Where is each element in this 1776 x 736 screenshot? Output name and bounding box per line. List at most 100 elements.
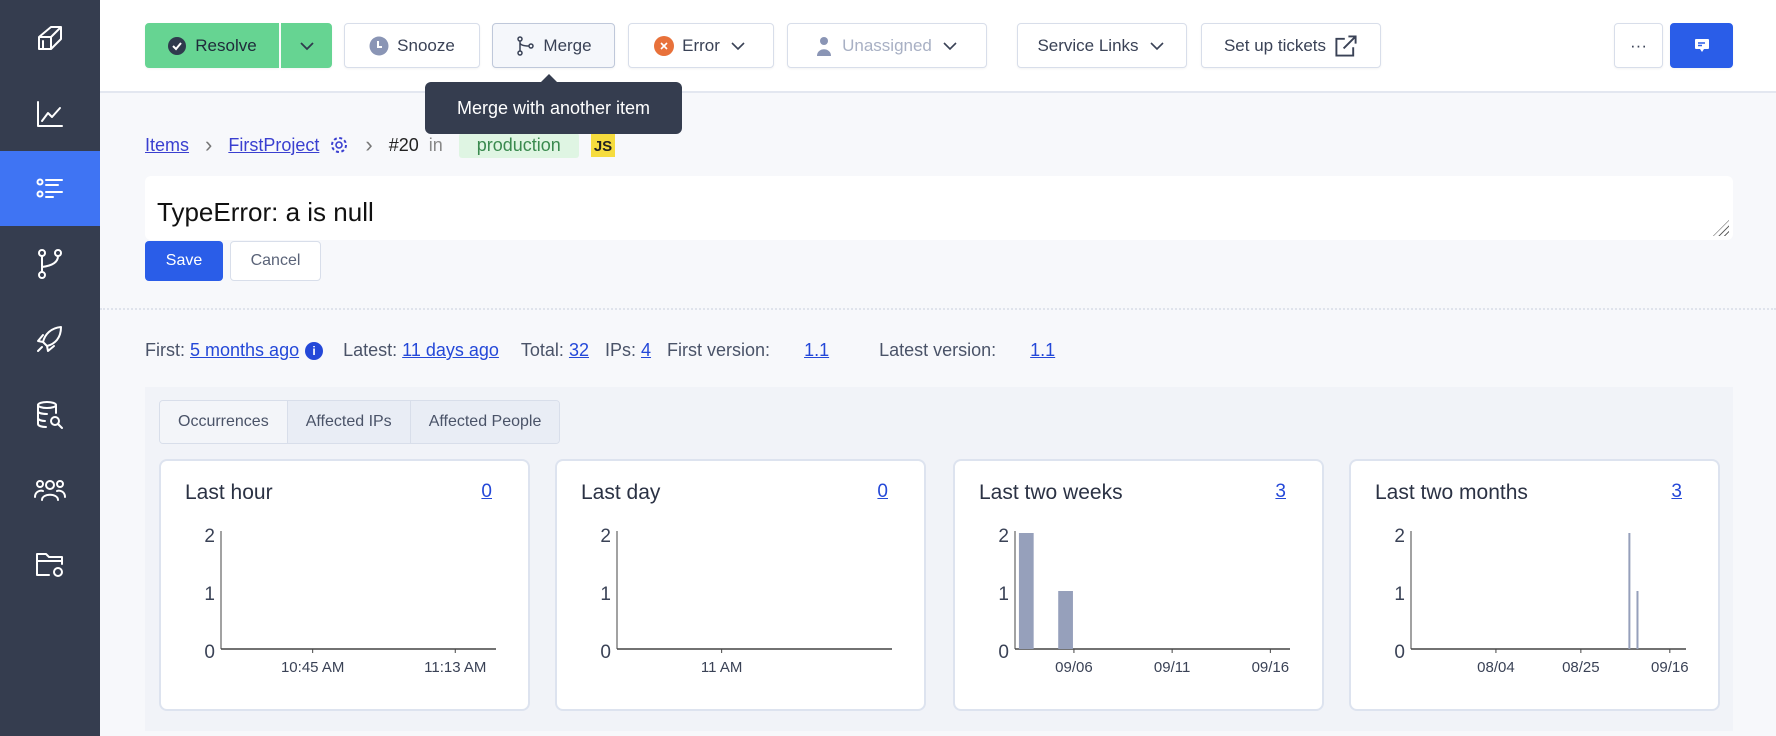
sidebar-item-rql[interactable] [0,377,100,452]
chevron-down-icon [731,41,745,50]
clock-icon [369,36,389,55]
y-tick-label: 0 [1394,642,1405,663]
breadcrumb-project-link[interactable]: FirstProject [228,135,319,156]
bar [1018,533,1034,649]
items-list-icon [36,178,63,198]
merge-button[interactable]: Merge [492,23,615,68]
first-seen-link[interactable]: 5 months ago [190,340,299,361]
y-tick-label: 2 [998,526,1009,547]
y-tick-label: 1 [204,584,215,605]
tab-occurrences[interactable]: Occurrences [160,401,288,443]
y-tick-label: 1 [600,584,611,605]
people-icon [34,479,66,501]
y-tick-label: 2 [1394,526,1405,547]
resolve-dropdown-button[interactable] [281,23,332,68]
chat-button[interactable] [1670,23,1733,68]
chart-count-link[interactable]: 3 [1275,481,1286,503]
x-tick-label: 08/04 [1477,659,1515,676]
chart-tabs: Occurrences Affected IPs Affected People [159,400,561,444]
check-circle-icon [168,36,187,55]
occurrences-panel: Occurrences Affected IPs Affected People… [145,387,1733,731]
item-title-value: TypeError: a is null [157,197,374,227]
item-title-input[interactable]: TypeError: a is null [145,176,1733,240]
cancel-button[interactable]: Cancel [230,241,321,281]
chart-card-last-two-months: Last two months 3 0 1 2 08/04 08/25 09/16 [1349,459,1720,711]
total-label: Total: [520,340,564,360]
y-tick-label: 1 [1394,584,1405,605]
resolve-label: Resolve [195,35,257,55]
resolve-button[interactable]: Resolve [145,23,279,68]
sidebar-item-deploys[interactable] [0,301,100,376]
sidebar-item-home[interactable] [0,0,100,75]
assignee-dropdown[interactable]: Unassigned [787,23,987,68]
x-tick-label: 10:45 AM [281,659,344,676]
chart-card-last-hour: Last hour 0 0 1 2 10:45 AM 11:13 AM [159,459,530,711]
ips-link[interactable]: 4 [641,340,651,361]
breadcrumb-items-link[interactable]: Items [145,135,189,156]
save-button[interactable]: Save [145,241,223,281]
chart-count-link[interactable]: 0 [481,481,492,503]
database-search-icon [37,400,63,429]
rocket-icon [37,325,62,352]
chart-last-two-months: 0 1 2 08/04 08/25 09/16 [1394,526,1689,676]
language-badge: JS [590,133,616,157]
sidebar-item-people[interactable] [0,452,100,527]
chat-bubble-icon [1694,38,1709,52]
x-tick-label: 11 AM [701,659,742,676]
divider [100,308,1776,310]
chevron-down-icon [299,41,314,50]
assignee-label: Unassigned [842,35,932,55]
git-branch-icon [38,248,62,279]
sidebar [0,0,100,736]
merge-label: Merge [543,35,592,55]
sidebar-item-metrics[interactable] [0,76,100,151]
snooze-button[interactable]: Snooze [344,23,480,68]
level-dropdown[interactable]: Error [628,23,774,68]
latest-label: Latest: [343,340,398,360]
merge-tooltip: Merge with another item [425,74,682,134]
x-tick-label: 09/16 [1252,659,1290,676]
latest-version-link[interactable]: 1.1 [1030,340,1055,361]
total-link[interactable]: 32 [569,340,589,361]
first-version-link[interactable]: 1.1 [804,340,829,361]
chart-count-link[interactable]: 0 [877,481,888,503]
gear-icon[interactable] [329,135,349,155]
info-icon[interactable]: i [305,341,324,360]
tab-affected-people[interactable]: Affected People [410,401,560,443]
chart-title: Last hour [185,481,273,504]
latest-version-label: Latest version: [879,340,997,360]
tab-affected-ips[interactable]: Affected IPs [287,401,411,443]
level-label: Error [682,35,720,55]
chevron-right-icon: › [365,132,373,157]
chart-line-icon [37,100,63,127]
latest-seen-link[interactable]: 11 days ago [402,340,499,361]
sidebar-item-items[interactable] [0,151,100,226]
x-tick-label: 09/16 [1651,659,1689,676]
environment-badge: production [458,132,579,158]
resize-handle[interactable] [1713,220,1729,236]
service-links-label: Service Links [1037,35,1139,55]
chevron-down-icon [943,41,957,50]
x-tick-label: 09/11 [1154,659,1190,676]
in-label: in [428,134,443,155]
item-number: #20 [388,134,419,155]
more-button[interactable]: ··· [1614,23,1663,68]
chart-last-day: 0126 PM2 AM11 AM [600,526,892,676]
sidebar-item-versions[interactable] [0,226,100,301]
merge-icon [517,35,535,56]
chart-last-two-weeks: 0 1 2 09/06 09/11 09/16 [998,526,1290,676]
sidebar-item-settings[interactable] [0,527,100,602]
bar [1636,591,1639,649]
y-tick-label: 1 [998,584,1009,605]
chart-card-last-day: Last day00126 PM2 AM11 AM [555,459,926,711]
snooze-label: Snooze [397,35,455,55]
y-tick-label: 0 [204,642,215,663]
breadcrumb: Items › FirstProject › #20 in production… [145,132,616,158]
set-up-tickets-button[interactable]: Set up tickets [1201,23,1381,68]
service-links-dropdown[interactable]: Service Links [1017,23,1187,68]
chevron-down-icon [1149,41,1164,50]
toolbar: Resolve Snooze Merge Error Unassigned Se… [100,0,1776,93]
chart-count-link[interactable]: 3 [1671,481,1682,503]
more-icon: ··· [1630,35,1647,55]
ips-label: IPs: [604,340,636,360]
